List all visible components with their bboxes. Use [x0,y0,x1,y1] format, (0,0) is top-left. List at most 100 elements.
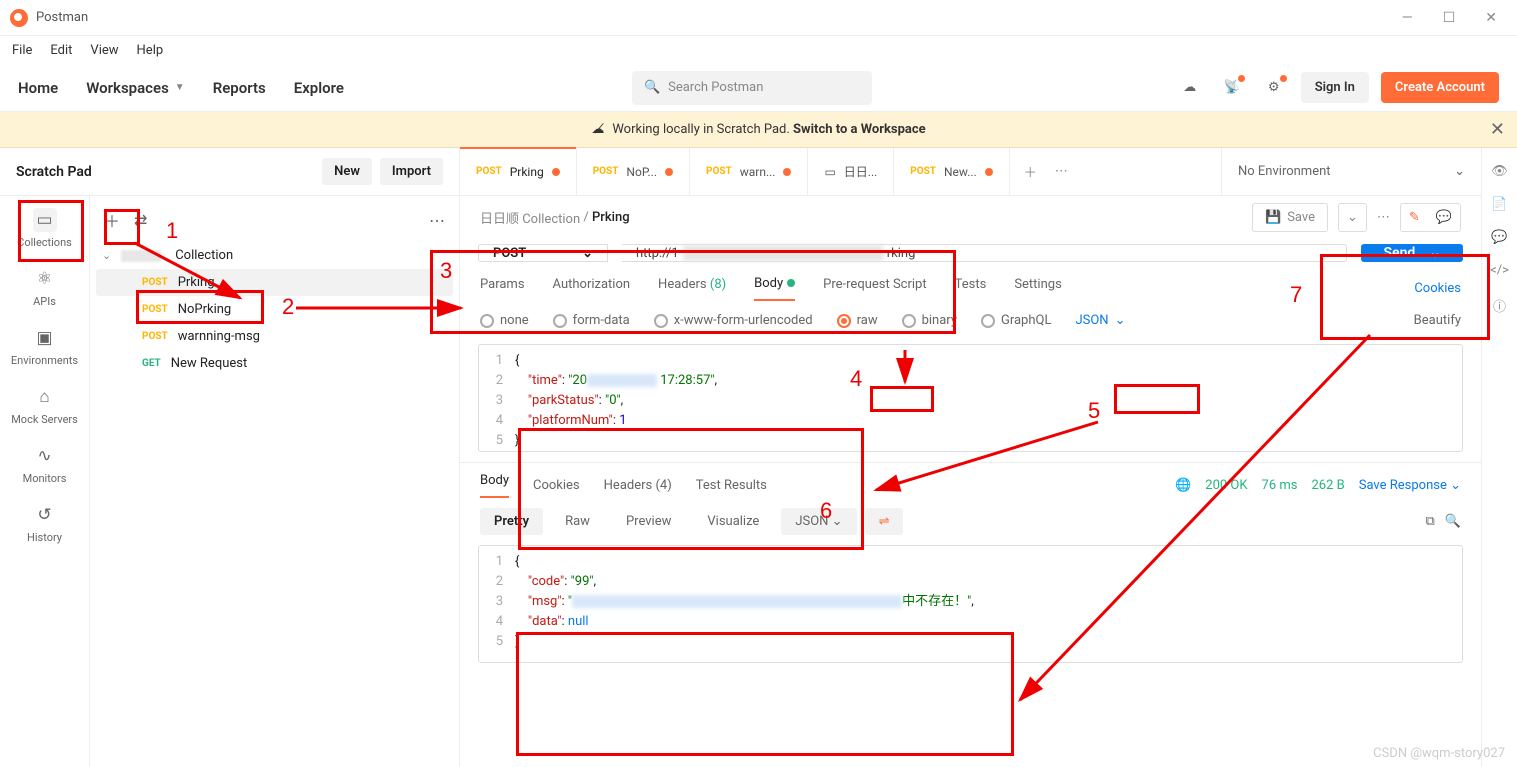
response-format-selector[interactable]: JSON ⌄ [781,508,856,535]
sidenav-collections[interactable]: ▭Collections [17,208,72,249]
beautify-link[interactable]: Beautify [1414,313,1461,328]
settings-icon[interactable]: ⚙ [1259,73,1289,103]
environment-selector[interactable]: No Environment⌄ [1221,148,1481,195]
bodytype-binary[interactable]: binary [902,313,957,328]
capture-icon[interactable]: 📡 [1217,73,1247,103]
tab-params[interactable]: Params [480,277,525,300]
view-segment[interactable]: ✎💬 [1400,203,1461,232]
filter-icon[interactable]: ⇄ [134,211,147,230]
eye-icon[interactable]: 👁 [1491,164,1508,179]
tab-settings[interactable]: Settings [1014,277,1061,300]
sidenav-monitors[interactable]: ∿Monitors [23,444,67,485]
nav-reports[interactable]: Reports [213,79,266,97]
sync-icon[interactable]: ☁ [1175,73,1205,103]
request-body-editor[interactable]: 12345 { "time": "20 17:28:57", "parkStat… [478,344,1463,452]
tab-tests[interactable]: Tests [955,277,987,300]
bodytype-graphql[interactable]: GraphQL [981,313,1051,328]
watermark: CSDN @wqm-story027 [1373,746,1505,761]
tab-authorization[interactable]: Authorization [553,277,631,300]
bodytype-raw[interactable]: raw [837,313,878,328]
comments-icon[interactable]: 💬 [1491,230,1507,245]
tab-collection[interactable]: ▭日日... [808,148,894,195]
banner-link[interactable]: Switch to a Workspace [793,122,926,137]
menu-bar: File Edit View Help [0,36,1517,64]
cookies-link[interactable]: Cookies [1414,281,1461,296]
minimize-icon[interactable]: — [1402,10,1413,26]
docs-icon[interactable]: 📄 [1491,197,1507,212]
vm-preview[interactable]: Preview [612,508,685,535]
resp-tab-testresults[interactable]: Test Results [696,478,767,493]
menu-help[interactable]: Help [137,43,164,58]
resp-tab-body[interactable]: Body [480,473,509,498]
nav-explore[interactable]: Explore [294,79,344,97]
copy-icon[interactable]: ⧉ [1426,514,1435,529]
postman-logo-icon [10,9,28,27]
sidenav-environments[interactable]: ▣Environments [11,326,78,367]
request-row-noprking[interactable]: POST NoPrking [96,296,453,323]
send-button[interactable]: Send⌄ [1361,244,1463,262]
response-tabs: Body Cookies Headers (4) Test Results 🌐 … [460,463,1481,498]
side-nav: ▭Collections ⚛APIs ▣Environments ⌂Mock S… [0,196,90,767]
collapse-icon[interactable]: ⌄ [102,249,111,262]
bodytype-formdata[interactable]: form-data [553,313,630,328]
tab-warn[interactable]: POSTwarn... [690,148,808,195]
menu-file[interactable]: File [12,43,32,58]
request-row-new[interactable]: GET New Request [96,350,453,377]
save-button[interactable]: 💾Save [1252,203,1328,232]
nav-workspaces[interactable]: Workspaces▼ [86,79,184,97]
create-account-button[interactable]: Create Account [1381,72,1499,103]
sidenav-mock-servers[interactable]: ⌂Mock Servers [11,385,78,426]
sidenav-history[interactable]: ↺History [27,503,62,544]
url-input[interactable]: http://1rking [622,244,1347,262]
search-response-icon[interactable]: 🔍 [1445,514,1461,529]
info-icon[interactable]: ⓘ [1493,296,1506,315]
breadcrumb-parent[interactable]: 日日顺 Collection [480,208,580,227]
maximize-icon[interactable]: ☐ [1443,10,1456,26]
cloud-off-icon: ☁̸ [591,122,604,137]
tab-prking[interactable]: POSTPrking [460,148,577,195]
import-button[interactable]: Import [380,158,443,185]
tab-new[interactable]: POSTNew... [894,148,1009,195]
request-row-warning[interactable]: POST warnning-msg [96,323,453,350]
line-gutter: 12345 [479,345,509,451]
tab-noprking[interactable]: POSTNoP... [577,148,690,195]
more-icon[interactable]: ⋯ [429,211,445,230]
bodytype-urlencoded[interactable]: x-www-form-urlencoded [654,313,813,328]
tab-body[interactable]: Body [754,276,795,301]
chevron-down-icon: ⌄ [1115,313,1126,328]
menu-edit[interactable]: Edit [50,43,72,58]
tab-actions: ＋ ⋯ [1010,148,1082,195]
request-row-prking[interactable]: POST Prking [96,269,453,296]
sidenav-apis[interactable]: ⚛APIs [33,267,57,308]
vm-visualize[interactable]: Visualize [693,508,773,535]
code-content: { "time": "20 17:28:57", "parkStatus": "… [509,345,717,451]
add-tab-icon[interactable]: ＋ [1024,162,1037,181]
nav-home[interactable]: Home [18,79,58,97]
bodytype-none[interactable]: none [480,313,529,328]
save-dropdown[interactable]: ⌄ [1338,203,1367,232]
wrap-icon[interactable]: ⇌ [865,508,904,535]
tab-prerequest[interactable]: Pre-request Script [823,277,926,300]
add-icon[interactable]: ＋ [104,208,120,232]
collection-row[interactable]: ⌄ Collection [96,242,453,269]
banner-close-icon[interactable]: ✕ [1490,119,1505,140]
new-button[interactable]: New [322,158,372,185]
search-input[interactable]: 🔍 Search Postman [632,71,872,105]
method-selector[interactable]: POST⌄ [478,244,608,262]
menu-view[interactable]: View [90,43,118,58]
more-icon[interactable]: ⋯ [1377,210,1390,225]
tab-headers[interactable]: Headers (8) [658,277,726,300]
resp-tab-headers[interactable]: Headers (4) [604,478,672,493]
close-icon[interactable]: ✕ [1485,10,1497,26]
body-format-selector[interactable]: JSON⌄ [1075,313,1125,328]
response-body-editor[interactable]: 12345 { "code": "99", "msg": "中不存在！", "d… [478,545,1463,663]
main-panel: POSTPrking POSTNoP... POSTwarn... ▭日日...… [460,148,1481,767]
globe-icon[interactable]: 🌐 [1175,478,1191,493]
vm-pretty[interactable]: Pretty [480,508,543,535]
code-icon[interactable]: </> [1490,263,1509,278]
signin-button[interactable]: Sign In [1301,72,1369,103]
save-response-link[interactable]: Save Response ⌄ [1359,478,1461,493]
tab-more-icon[interactable]: ⋯ [1055,164,1068,179]
resp-tab-cookies[interactable]: Cookies [533,478,580,493]
vm-raw[interactable]: Raw [551,508,604,535]
